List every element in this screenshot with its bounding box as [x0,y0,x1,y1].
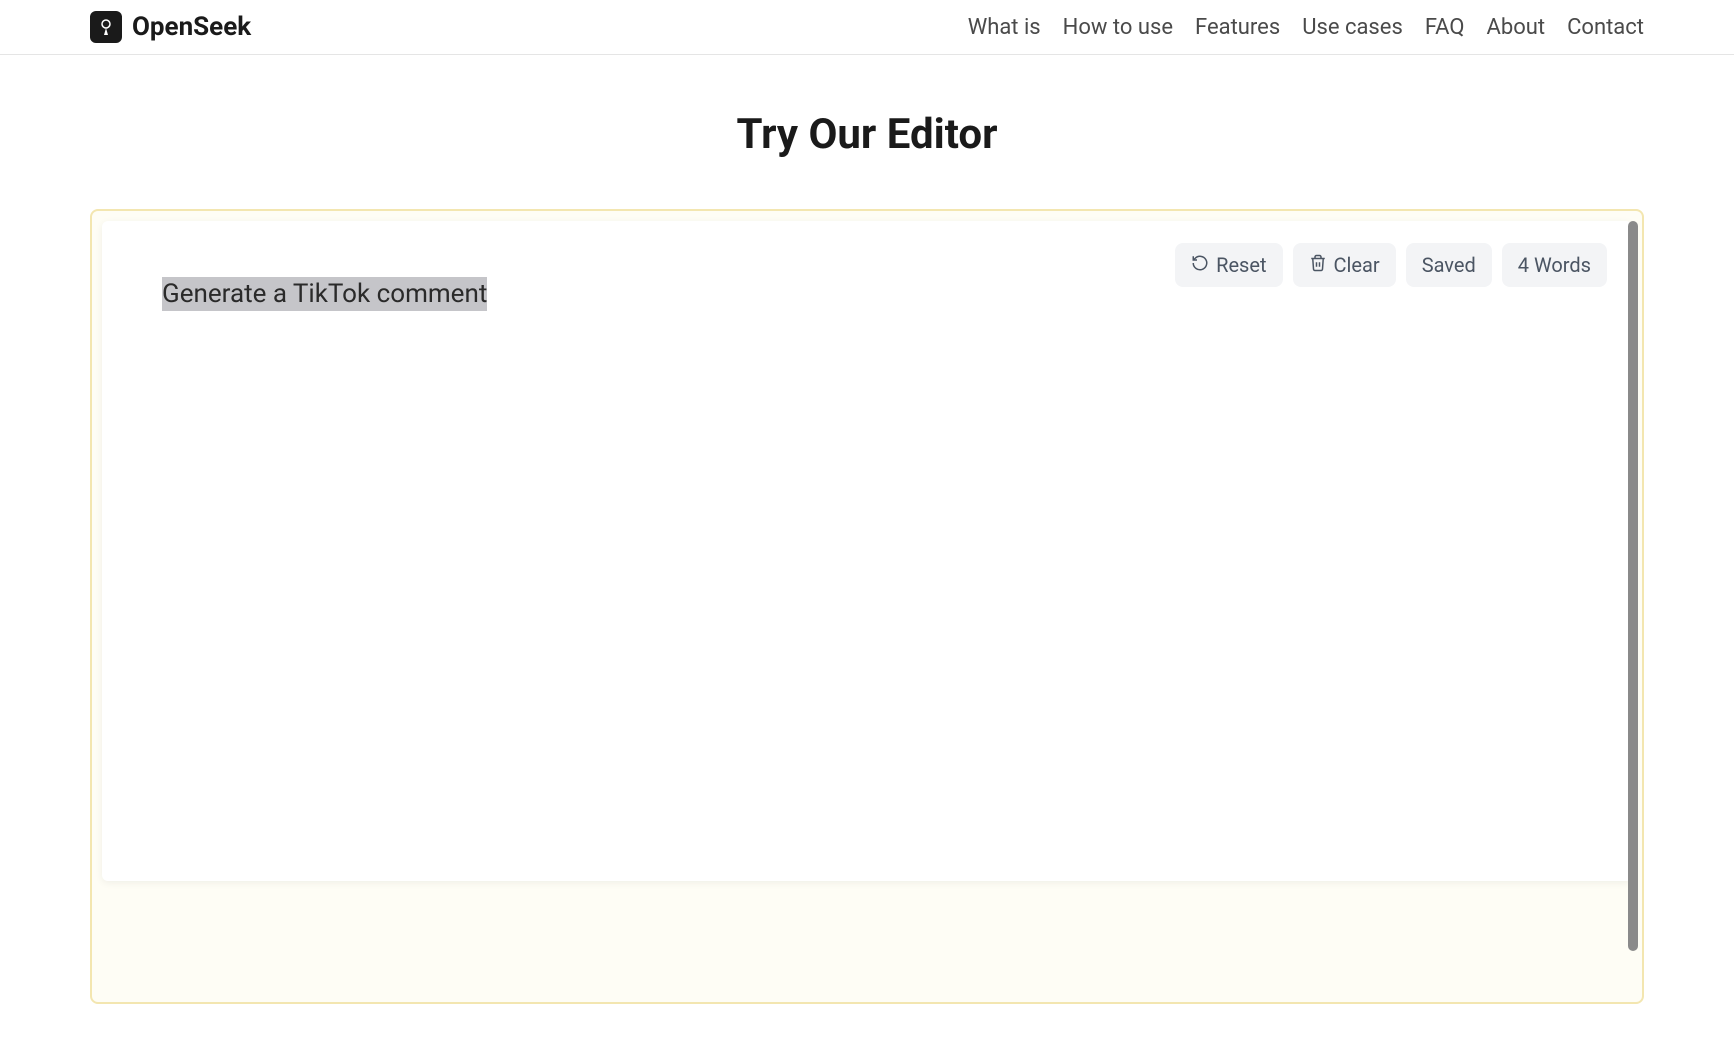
header: OpenSeek What is How to use Features Use… [0,0,1734,55]
nav-how-to-use[interactable]: How to use [1063,15,1173,40]
brand-name: OpenSeek [132,12,251,42]
nav-about[interactable]: About [1487,15,1546,40]
nav-what-is[interactable]: What is [968,15,1041,40]
keyhole-icon [90,11,122,43]
scrollbar[interactable] [1628,221,1638,951]
logo[interactable]: OpenSeek [90,11,251,43]
page-title: Try Our Editor [0,110,1734,159]
nav-contact[interactable]: Contact [1567,15,1644,40]
nav-use-cases[interactable]: Use cases [1302,15,1403,40]
clear-label: Clear [1334,253,1380,277]
editor-textarea[interactable]: Generate a TikTok comment [162,279,1607,309]
main-nav: What is How to use Features Use cases FA… [968,15,1644,40]
reset-icon [1191,253,1209,277]
trash-icon [1309,253,1327,277]
main-content: Try Our Editor Reset [0,55,1734,1004]
reset-label: Reset [1216,253,1266,277]
editor-content-selected: Generate a TikTok comment [162,277,487,311]
nav-features[interactable]: Features [1195,15,1280,40]
editor-wrapper: Reset Clear Saved 4 Word [90,209,1644,1004]
editor-panel: Reset Clear Saved 4 Word [102,221,1632,881]
nav-faq[interactable]: FAQ [1425,15,1465,40]
